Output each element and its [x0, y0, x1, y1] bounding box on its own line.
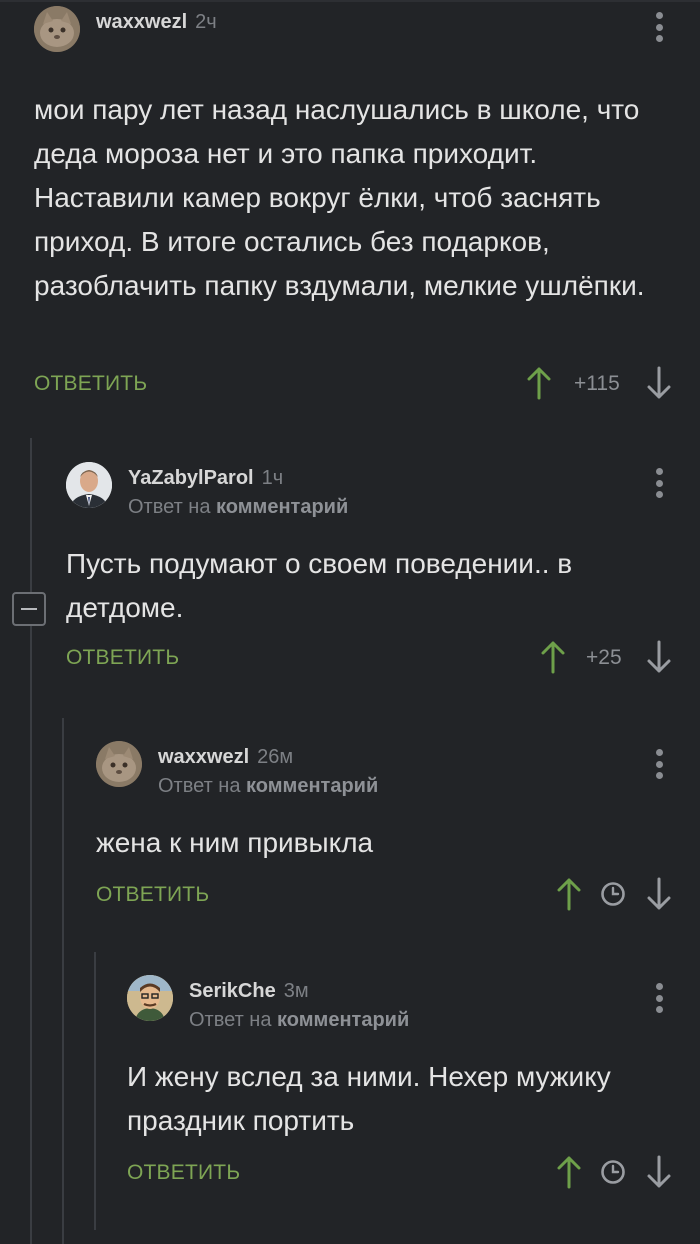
- man-in-suit-avatar[interactable]: [66, 462, 112, 508]
- rating-score: +25: [586, 646, 622, 669]
- reply-button[interactable]: ОТВЕТИТЬ: [127, 1161, 240, 1185]
- clock-icon: [601, 1160, 625, 1184]
- comment-text: И жену вслед за ними. Нехер мужику празд…: [127, 1061, 611, 1136]
- comment-actions: ОТВЕТИТЬ +115: [34, 364, 674, 404]
- comment-time: 1ч: [261, 467, 284, 489]
- username[interactable]: waxxwezl 26м: [158, 746, 293, 769]
- thread-line-level-1[interactable]: [30, 438, 32, 1244]
- comment: waxxwezl 2ч мои пару лет назад наслушалис…: [34, 6, 684, 400]
- downvote-arrow-icon[interactable]: [646, 1155, 672, 1189]
- cat-avatar[interactable]: [34, 6, 80, 52]
- comment-header: YaZabylParol 1ч Ответ на комментарий: [66, 462, 684, 518]
- upvote-arrow-icon[interactable]: [526, 366, 552, 400]
- more-vertical-icon[interactable]: [654, 12, 664, 42]
- comment-actions: ОТВЕТИТЬ +25: [66, 638, 674, 678]
- upvote-arrow-icon[interactable]: [556, 877, 582, 911]
- more-vertical-icon[interactable]: [654, 749, 664, 779]
- comment: YaZabylParol 1ч Ответ на комментарий Пуст…: [66, 462, 684, 674]
- downvote-arrow-icon[interactable]: [646, 640, 672, 674]
- top-divider: [0, 0, 700, 2]
- comment-header: waxxwezl 2ч: [34, 6, 684, 62]
- comment-header: waxxwezl 26м Ответ на комментарий: [96, 741, 684, 797]
- reply-to-info: Ответ на комментарий: [128, 496, 349, 518]
- reply-to-comment-link[interactable]: комментарий: [246, 775, 378, 797]
- comment-time: 26м: [257, 746, 294, 768]
- username[interactable]: SerikChe 3м: [189, 980, 309, 1003]
- comment-text: жена к ним привыкла: [96, 827, 374, 858]
- reply-to-comment-link[interactable]: комментарий: [277, 1009, 409, 1031]
- reply-button[interactable]: ОТВЕТИТЬ: [96, 883, 209, 907]
- cartoon-man-avatar[interactable]: [127, 975, 173, 1021]
- comment-header: SerikChe 3м Ответ на комментарий: [127, 975, 684, 1031]
- clock-icon: [601, 882, 625, 906]
- comment-actions: ОТВЕТИТЬ: [127, 1153, 674, 1193]
- collapse-thread-button[interactable]: [12, 592, 46, 626]
- upvote-arrow-icon[interactable]: [540, 640, 566, 674]
- comment: SerikChe 3м Ответ на комментарий И жену в…: [127, 975, 684, 1189]
- comment-text: мои пару лет назад наслушались в школе, …: [34, 94, 645, 301]
- reply-to-info: Ответ на комментарий: [189, 1009, 410, 1031]
- reply-button[interactable]: ОТВЕТИТЬ: [66, 646, 179, 670]
- username[interactable]: waxxwezl 2ч: [96, 11, 217, 34]
- comment-time: 2ч: [195, 11, 217, 33]
- reply-button[interactable]: ОТВЕТИТЬ: [34, 372, 147, 396]
- downvote-arrow-icon[interactable]: [646, 877, 672, 911]
- thread-line-level-3[interactable]: [94, 952, 96, 1230]
- downvote-arrow-icon[interactable]: [646, 366, 672, 400]
- comment-text: Пусть подумают о своем поведении.. в дет…: [66, 548, 573, 623]
- more-vertical-icon[interactable]: [654, 468, 664, 498]
- username[interactable]: YaZabylParol 1ч: [128, 467, 283, 490]
- rating-score: +115: [574, 372, 620, 395]
- upvote-arrow-icon[interactable]: [556, 1155, 582, 1189]
- thread-line-level-2[interactable]: [62, 718, 64, 1244]
- cat-avatar[interactable]: [96, 741, 142, 787]
- reply-to-comment-link[interactable]: комментарий: [216, 496, 348, 518]
- comment-time: 3м: [283, 980, 309, 1002]
- more-vertical-icon[interactable]: [654, 983, 664, 1013]
- comment: waxxwezl 26м Ответ на комментарий жена к …: [96, 741, 684, 911]
- comment-actions: ОТВЕТИТЬ: [96, 875, 674, 915]
- reply-to-info: Ответ на комментарий: [158, 775, 379, 797]
